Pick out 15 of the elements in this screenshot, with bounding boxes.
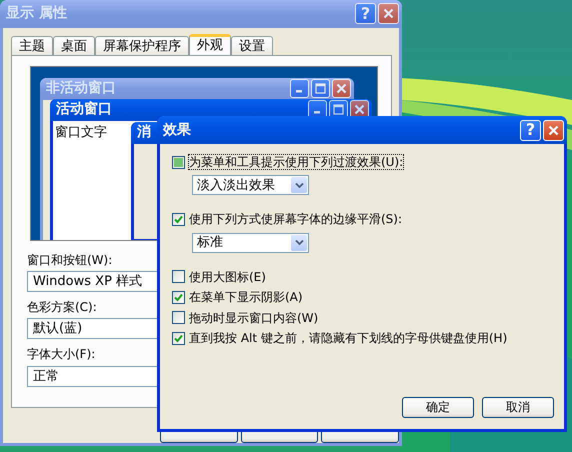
window-title: 活动窗口 bbox=[56, 101, 112, 118]
field-label: 字体大小(F): bbox=[27, 347, 96, 362]
field-label: 色彩方案(C): bbox=[27, 300, 97, 314]
checkbox-label: 拖动时显示窗口内容(W) bbox=[189, 310, 318, 325]
window-text: 窗口文字 bbox=[55, 124, 107, 140]
checkbox-label: 直到我按 Alt 键之前，请隐藏有下划线的字母供键盘使用(H) bbox=[189, 330, 508, 346]
checkbox-label: 在菜单下显示阴影(A) bbox=[189, 290, 303, 305]
window-title: 显示 属性 bbox=[6, 5, 67, 22]
window-title: 消 bbox=[137, 124, 151, 142]
window-title: 效果 bbox=[163, 122, 191, 138]
field-label: 窗口和按钮(W): bbox=[27, 252, 112, 268]
window-title: 非活动窗口 bbox=[46, 80, 116, 98]
checkbox-label: 为菜单和工具提示使用下列过渡效果(U): bbox=[189, 155, 404, 170]
checkbox-label: 使用下列方式使屏幕字体的边缘平滑(S): bbox=[189, 212, 402, 227]
checkbox-label: 使用大图标(E) bbox=[189, 270, 266, 284]
